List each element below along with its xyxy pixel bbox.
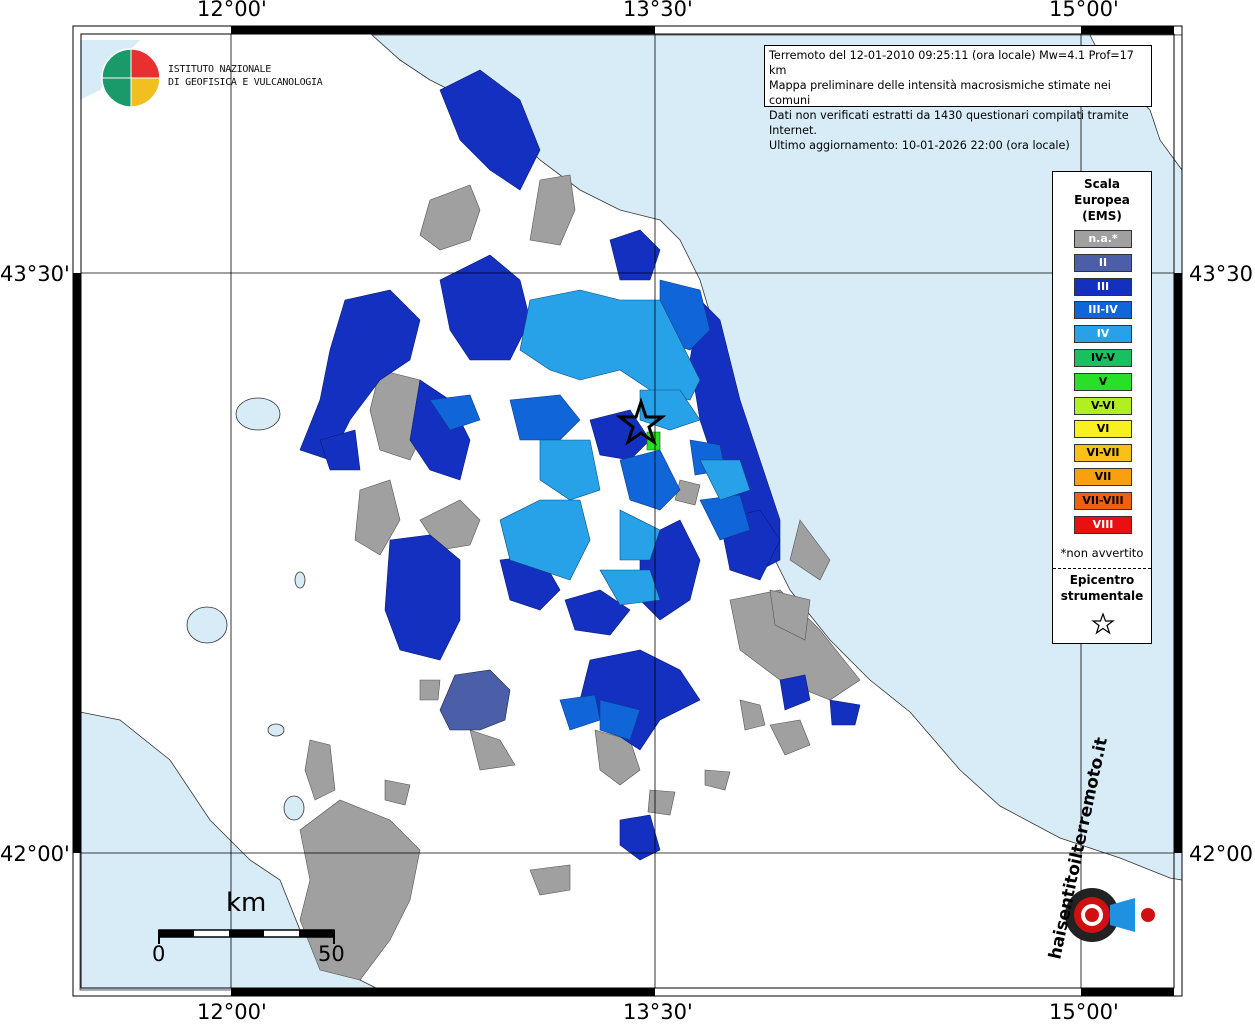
bottom-label-15: 15°00' xyxy=(1049,1000,1119,1024)
legend-item: III-IV xyxy=(1074,301,1132,320)
legend-title-line1: Scala xyxy=(1083,177,1121,191)
legend-item: VI-VII xyxy=(1074,444,1132,463)
legend-epicenter-line1: Epicentro xyxy=(1069,573,1135,587)
logo-line1: ISTITUTO NAZIONALE xyxy=(168,64,271,75)
legend-title: Scala Europea (EMS) xyxy=(1053,176,1151,224)
legend-item: n.a.* xyxy=(1074,230,1132,248)
info-line3: Dati non verificati estratti da 1430 que… xyxy=(769,109,1129,137)
legend-item: IV xyxy=(1074,325,1132,344)
scale-max: 50 xyxy=(318,942,345,966)
lake-trasimeno xyxy=(235,397,281,431)
info-line1: Terremoto del 12-01-2010 09:25:11 (ora l… xyxy=(769,49,1134,77)
lake-bolsena xyxy=(186,606,228,644)
bottom-label-1330: 13°30' xyxy=(623,1000,693,1024)
legend-epicenter-label: Epicentro strumentale xyxy=(1053,572,1151,604)
logo-line2: DI GEOFISICA E VULCANOLOGIA xyxy=(168,77,323,88)
bottom-label-12: 12°00' xyxy=(197,1000,267,1024)
top-label-1330: 13°30' xyxy=(623,0,693,21)
legend-title-line2: Europea xyxy=(1074,193,1130,207)
legend-item: VII xyxy=(1074,468,1132,486)
ingv-logo-text: ISTITUTO NAZIONALE DI GEOFISICA E VULCAN… xyxy=(168,63,323,89)
legend-item: V xyxy=(1074,372,1132,391)
legend-title-line3: (EMS) xyxy=(1082,209,1122,223)
scale-unit: km xyxy=(226,888,267,918)
right-label-42: 42°00' xyxy=(1189,842,1255,866)
top-label-12: 12°00' xyxy=(197,0,267,21)
legend-epicenter-line2: strumentale xyxy=(1060,589,1144,603)
legend-star-icon xyxy=(1091,612,1115,635)
legend-item: IV-V xyxy=(1074,349,1132,367)
legend-item: V-VI xyxy=(1074,396,1132,415)
legend-separator xyxy=(1053,568,1151,569)
left-label-4330: 43°30' xyxy=(0,262,70,286)
legend-item: VIII xyxy=(1074,515,1132,534)
ingv-logo-icon xyxy=(101,48,161,108)
right-label-4330: 43°30' xyxy=(1189,262,1255,286)
legend-item: III xyxy=(1074,277,1132,296)
legend-item: VII-VIII xyxy=(1074,491,1132,510)
info-line4: Ultimo aggiornamento: 10-01-2026 22:00 (… xyxy=(769,139,1070,152)
scale-min: 0 xyxy=(152,942,166,966)
legend: Scala Europea (EMS) n.a.* II III III-IV IV IV… xyxy=(1052,171,1152,644)
event-info-box: Terremoto del 12-01-2010 09:25:11 (ora l… xyxy=(764,45,1152,152)
legend-item: VI xyxy=(1074,420,1132,439)
legend-note: *non avvertito xyxy=(1060,546,1144,560)
info-line2: Mappa preliminare delle intensità macros… xyxy=(769,79,1111,107)
legend-item: II xyxy=(1074,253,1132,272)
top-label-15: 15°00' xyxy=(1049,0,1119,21)
left-label-42: 42°00' xyxy=(0,842,70,866)
